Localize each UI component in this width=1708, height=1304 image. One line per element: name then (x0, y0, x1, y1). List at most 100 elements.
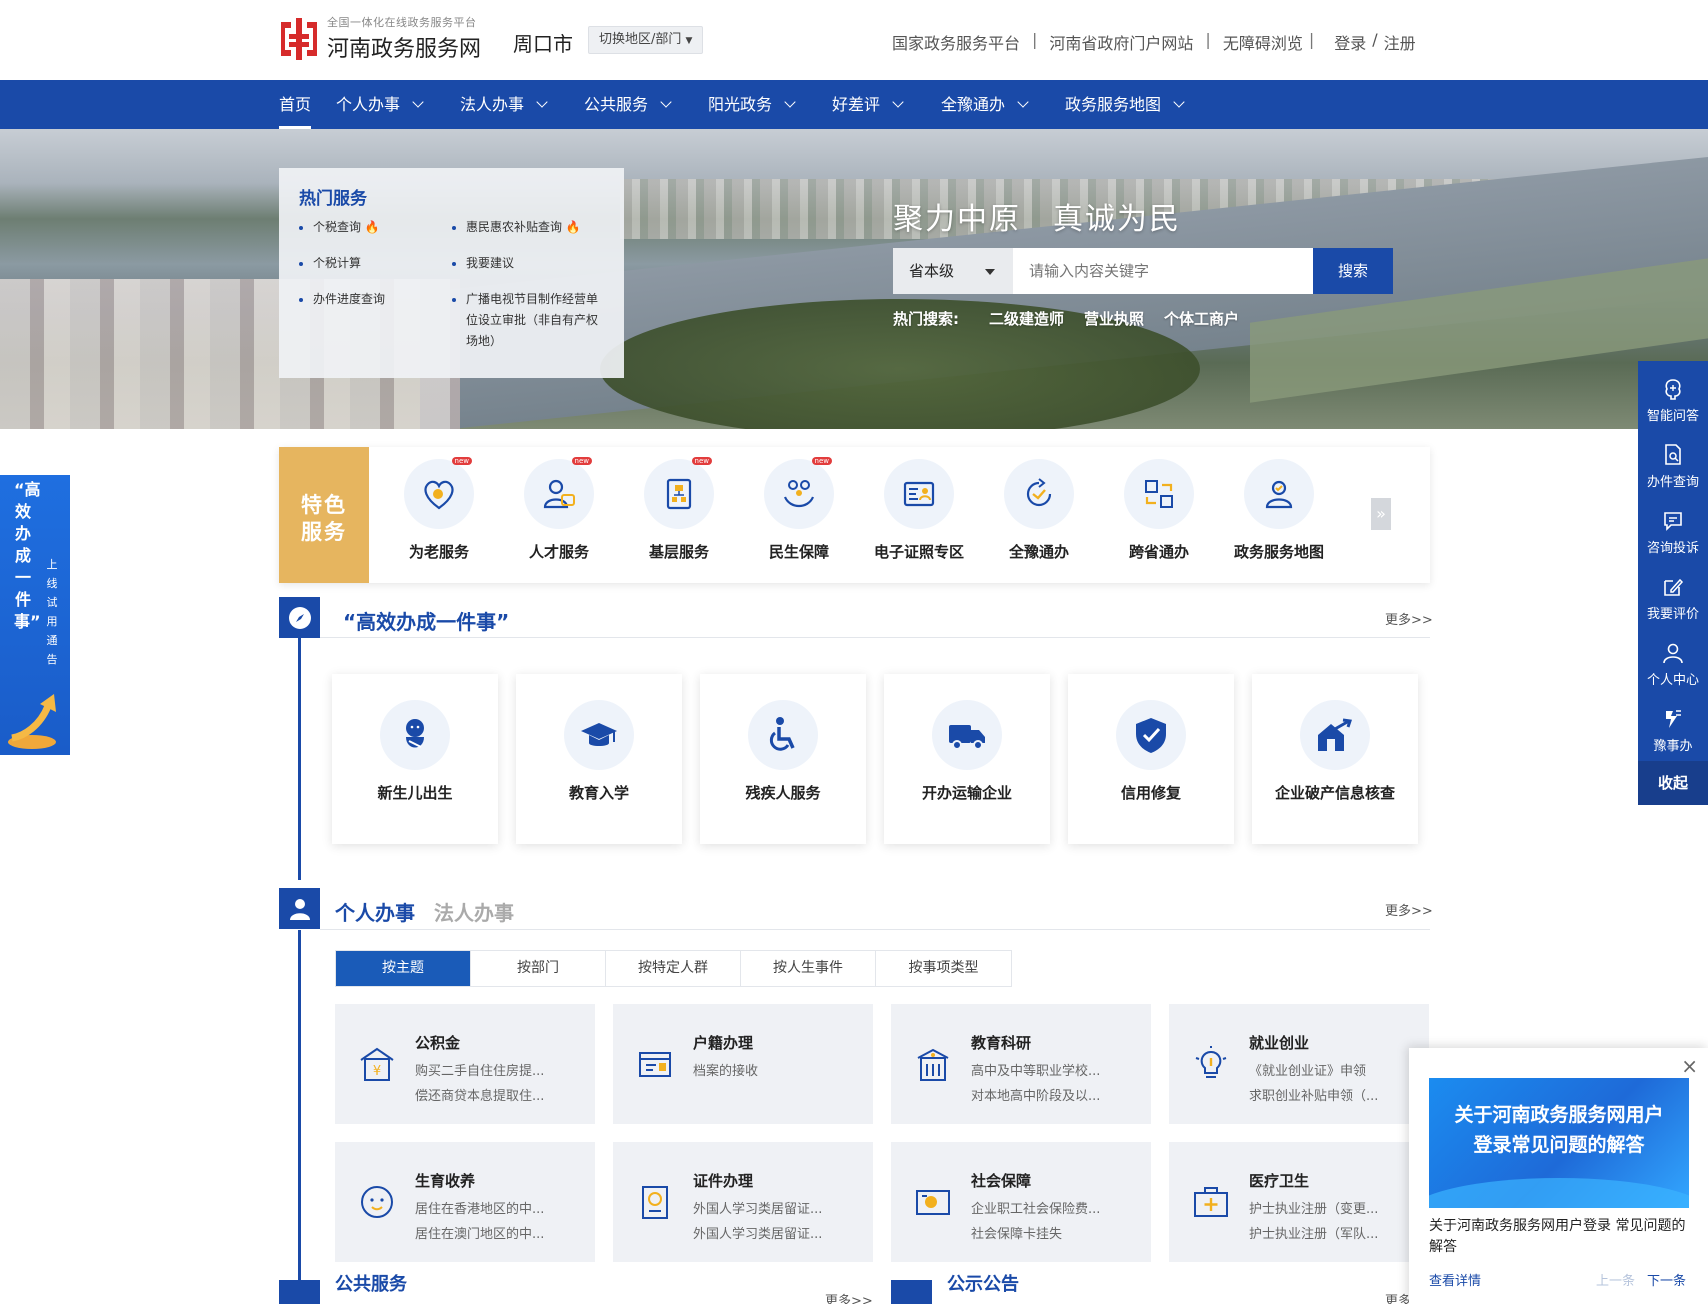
hot-item-tax-query[interactable]: 个税查询 🔥 (299, 217, 380, 238)
topic-item-link[interactable]: 偿还商贷本息提取住... (415, 1085, 585, 1104)
login-link[interactable]: 登录 (1334, 30, 1366, 54)
hero-banner (0, 129, 1708, 429)
search-button[interactable]: 搜索 (1313, 248, 1393, 294)
hot-item-tax-calc[interactable]: 个税计算 (299, 253, 361, 274)
topic-item-link[interactable]: 求职创业补贴申领（... (1249, 1085, 1419, 1104)
case-newborn[interactable]: 新生儿出生 (332, 674, 498, 844)
hot-item-subsidy-query[interactable]: 惠民惠农补贴查询 🔥 (452, 217, 581, 238)
classification-tabs: 按主题 按部门 按特定人群 按人生事件 按事项类型 (335, 950, 1012, 987)
feature-service-map[interactable]: 政务服务地图 (1219, 459, 1339, 562)
consult-complaint-label: 咨询投诉 (1646, 541, 1699, 556)
nav-sunshine[interactable]: 阳光政务 (708, 80, 796, 129)
topic-item-link[interactable]: 高中及中等职业学校... (971, 1060, 1141, 1079)
topic-item-link[interactable]: 护士执业注册（变更... (1249, 1198, 1419, 1217)
collapse-toolbar-button[interactable]: 收起 (1638, 761, 1708, 805)
topic-household[interactable]: 户籍办理 档案的接收 (613, 1004, 873, 1124)
feature-talent[interactable]: new 人才服务 (499, 457, 619, 562)
hot-item-progress[interactable]: 办件进度查询 (299, 289, 385, 310)
feature-cross-province[interactable]: 跨省通办 (1099, 459, 1219, 562)
announcement-banner-image[interactable]: 关于河南政务服务网用户登录常见问题的解答 (1429, 1078, 1689, 1208)
topic-item-link[interactable]: 购买二手自住住房提... (415, 1060, 585, 1079)
topic-education[interactable]: 教育科研 高中及中等职业学校... 对本地高中阶段及以... (891, 1004, 1151, 1124)
topic-item-link[interactable]: 护士执业注册（军队... (1249, 1223, 1419, 1242)
nav-personal[interactable]: 个人办事 (336, 80, 424, 129)
case-bankruptcy-check[interactable]: 企业破产信息核查 (1252, 674, 1418, 844)
link-accessibility[interactable]: 无障碍浏览 (1223, 30, 1303, 54)
link-national-platform[interactable]: 国家政务服务平台 (892, 30, 1020, 54)
tab-by-item-type[interactable]: 按事项类型 (876, 951, 1011, 986)
tab-by-theme[interactable]: 按主题 (336, 951, 471, 986)
efficient-more-link[interactable]: 更多>> (1385, 609, 1433, 628)
view-details-link[interactable]: 查看详情 (1429, 1270, 1481, 1289)
tab-by-life-event[interactable]: 按人生事件 (741, 951, 876, 986)
next-announcement-link[interactable]: 下一条 (1647, 1270, 1686, 1289)
tab-legal-affairs[interactable]: 法人办事 (434, 897, 514, 926)
topic-item-link[interactable]: 外国人学习类居留证... (693, 1223, 863, 1242)
switch-region-button[interactable]: 切换地区/部门 ▼ (588, 26, 704, 54)
close-icon[interactable]: × (1681, 1054, 1698, 1078)
case-transport-business[interactable]: 开办运输企业 (884, 674, 1050, 844)
topic-item-link[interactable]: 外国人学习类居留证... (693, 1198, 863, 1217)
public-service-more-link[interactable]: 更多>> (825, 1290, 873, 1304)
tab-by-group[interactable]: 按特定人群 (606, 951, 741, 986)
evaluate-button[interactable]: 我要评价 (1638, 575, 1708, 622)
tab-by-department[interactable]: 按部门 (471, 951, 606, 986)
search-scope-value: 省本级 (909, 262, 955, 280)
topic-housing-fund[interactable]: ¥ 公积金 购买二手自住住房提... 偿还商贷本息提取住... (335, 1004, 595, 1124)
topic-social-security[interactable]: 社会保障 企业职工社会保险费... 社会保障卡挂失 (891, 1142, 1151, 1262)
search-scope-select[interactable]: 省本级 (893, 248, 1013, 294)
case-query-button[interactable]: 办件查询 (1638, 443, 1708, 490)
personal-more-link[interactable]: 更多>> (1385, 900, 1433, 919)
feature-e-license[interactable]: 电子证照专区 (859, 459, 979, 562)
feature-grassroots[interactable]: new 基层服务 (619, 457, 739, 562)
topic-item-link[interactable]: 居住在澳门地区的中... (415, 1223, 585, 1242)
feature-next-arrow-icon[interactable]: » (1371, 498, 1391, 530)
tab-personal-affairs[interactable]: 个人办事 (335, 897, 415, 926)
previous-announcement-link[interactable]: 上一条 (1596, 1270, 1635, 1289)
announcement-text[interactable]: 关于河南政务服务网用户登录 常见问题的解答 (1429, 1216, 1689, 1258)
feature-services: 特色 服务 new 为老服务 new 人才服务 new 基层服务 new 民生保障… (279, 447, 1430, 583)
topic-certificates[interactable]: 证件办理 外国人学习类居留证... 外国人学习类居留证... (613, 1142, 873, 1262)
case-school-entry[interactable]: 教育入学 (516, 674, 682, 844)
personal-center-button[interactable]: 个人中心 (1638, 641, 1708, 688)
topic-item-link[interactable]: 档案的接收 (693, 1060, 863, 1079)
hot-search-term[interactable]: 营业执照 (1084, 308, 1144, 329)
case-disability[interactable]: 残疾人服务 (700, 674, 866, 844)
feature-label: 电子证照专区 (873, 543, 964, 561)
consult-complaint-button[interactable]: 咨询投诉 (1638, 509, 1708, 556)
left-float-notice[interactable]: “高效办成一件事” 上线试用通告 (0, 475, 70, 755)
nav-service-map[interactable]: 政务服务地图 (1065, 80, 1185, 129)
topic-item-link[interactable]: 社会保障卡挂失 (971, 1223, 1141, 1242)
case-credit-repair[interactable]: 信用修复 (1068, 674, 1234, 844)
nav-public[interactable]: 公共服务 (584, 80, 672, 129)
feature-livelihood[interactable]: new 民生保障 (739, 457, 859, 562)
hot-item-broadcast-approval[interactable]: 广播电视节目制作经营单位设立审批（非自有产权场地） (452, 289, 602, 352)
nav-all-henan[interactable]: 全豫通办 (941, 80, 1029, 129)
search-input[interactable] (1013, 248, 1313, 294)
yushiban-button[interactable]: 豫事办 (1638, 707, 1708, 754)
notice-section-more-link[interactable]: 更多 (1385, 1290, 1411, 1304)
current-city: 周口市 (513, 32, 573, 56)
topic-item-link[interactable]: 《就业创业证》申领 (1249, 1060, 1419, 1079)
site-logo[interactable]: 全国一体化在线政务服务平台 河南政务服务网 (279, 14, 481, 63)
main-nav: 首页 个人办事 法人办事 公共服务 阳光政务 好差评 全豫通办 政务服务地图 (0, 80, 1708, 129)
nav-review[interactable]: 好差评 (832, 80, 904, 129)
feature-elderly[interactable]: new 为老服务 (379, 457, 499, 562)
topic-item-link[interactable]: 对本地高中阶段及以... (971, 1085, 1141, 1104)
topic-title: 就业创业 (1249, 1034, 1310, 1052)
link-province-portal[interactable]: 河南省政府门户网站 (1049, 30, 1193, 54)
topic-birth-adoption[interactable]: 生育收养 居住在香港地区的中... 居住在澳门地区的中... (335, 1142, 595, 1262)
register-link[interactable]: 注册 (1384, 30, 1416, 54)
feature-label: 全豫通办 (1008, 543, 1069, 561)
smart-qa-button[interactable]: 智能问答 (1638, 377, 1708, 424)
nav-home[interactable]: 首页 (279, 80, 312, 129)
hot-search-term[interactable]: 二级建造师 (989, 308, 1064, 329)
topic-item-link[interactable]: 企业职工社会保险费... (971, 1198, 1141, 1217)
hot-search-term[interactable]: 个体工商户 (1164, 308, 1239, 329)
nav-legal[interactable]: 法人办事 (460, 80, 548, 129)
hot-item-suggestion[interactable]: 我要建议 (452, 253, 514, 274)
topic-medical[interactable]: 医疗卫生 护士执业注册（变更... 护士执业注册（军队... (1169, 1142, 1429, 1262)
topic-employment[interactable]: 就业创业 《就业创业证》申领 求职创业补贴申领（... (1169, 1004, 1429, 1124)
feature-all-henan[interactable]: 全豫通办 (979, 459, 1099, 562)
topic-item-link[interactable]: 居住在香港地区的中... (415, 1198, 585, 1217)
